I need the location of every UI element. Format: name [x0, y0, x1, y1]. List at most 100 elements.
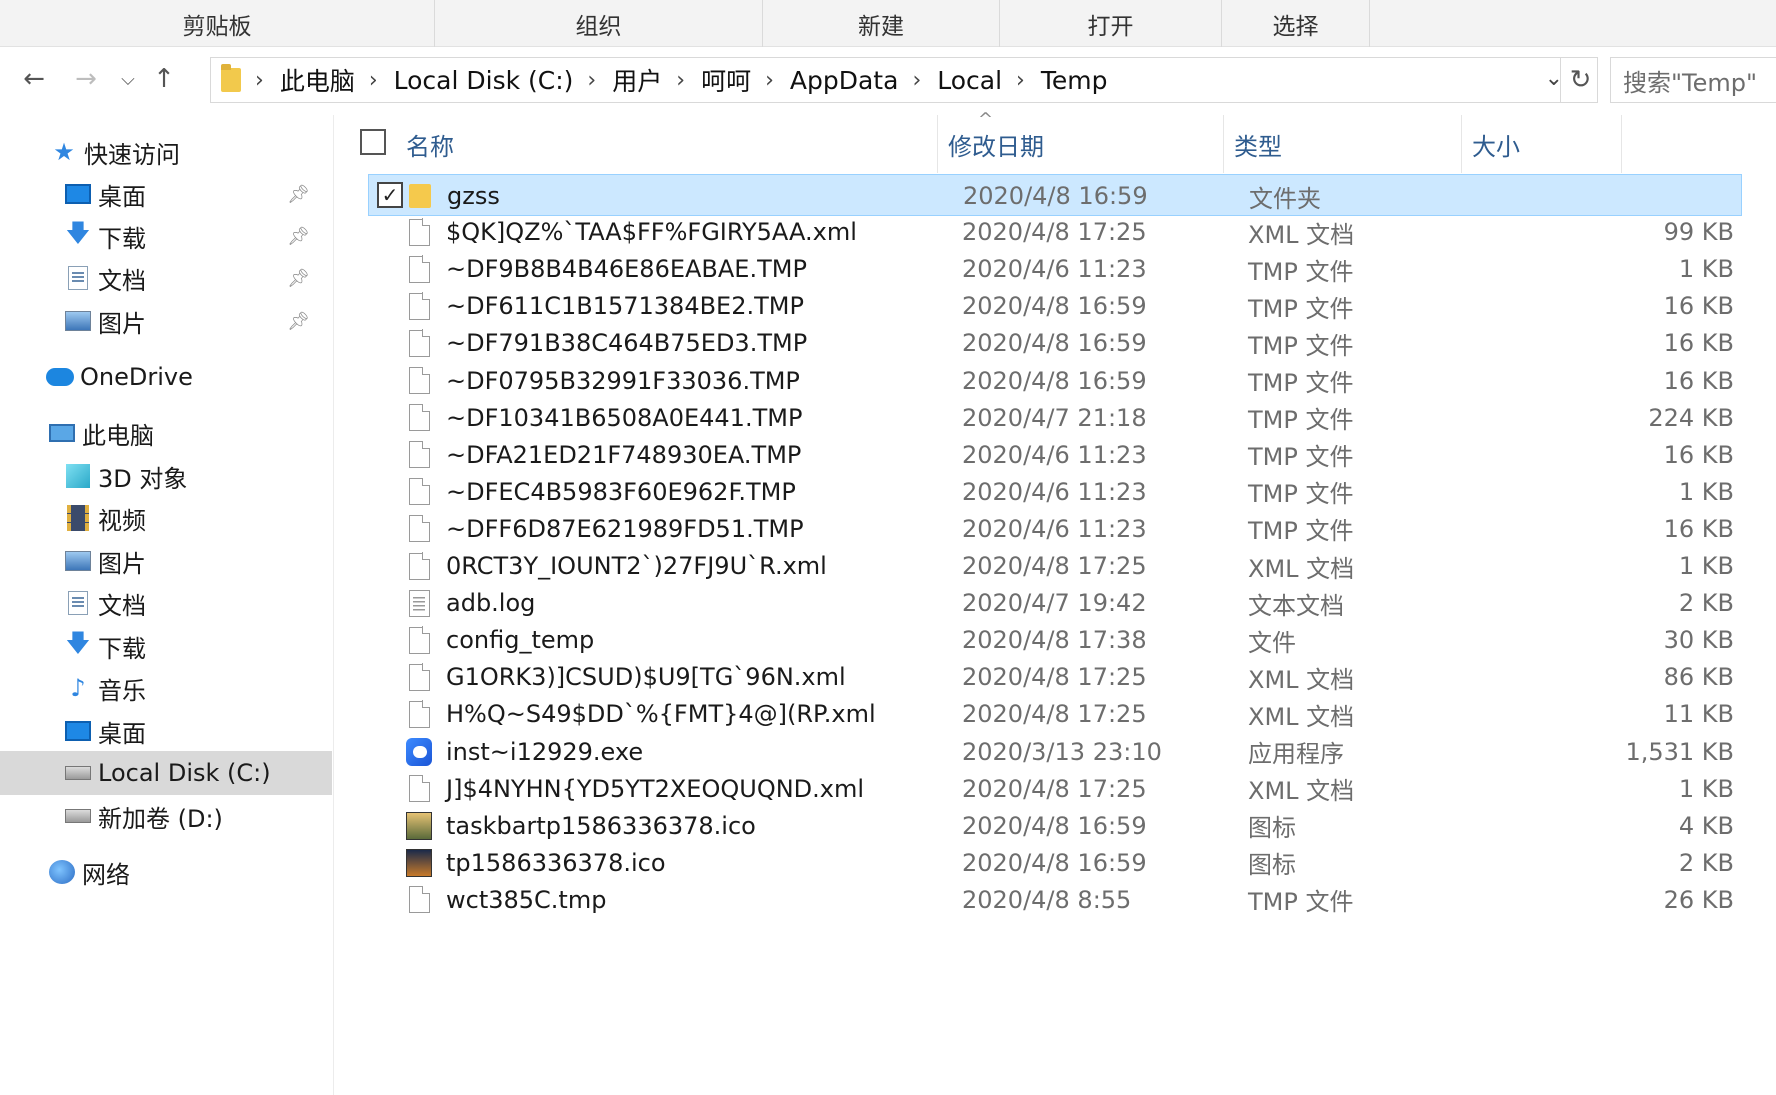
file-row[interactable]: tp1586336378.ico 2020/4/8 16:59 图标 2 KB — [368, 842, 1742, 884]
nav-quick-documents[interactable]: 文档 📌︎ — [0, 256, 332, 300]
column-label: 名称 — [406, 132, 454, 161]
file-row[interactable]: H%Q~S49$DD`%{FMT}4@](RP.xml 2020/4/8 17:2… — [368, 693, 1742, 735]
nav-label: 下载 — [98, 224, 146, 253]
file-row[interactable]: J]$4NYHN{YD5YT2XEOQUQND.xml 2020/4/8 17:2… — [368, 768, 1742, 810]
nav-volume-d[interactable]: 新加卷 (D:) — [0, 794, 332, 838]
file-size: 11 KB — [1663, 700, 1734, 729]
back-button[interactable]: ← — [16, 59, 52, 99]
nav-label: 桌面 — [98, 719, 146, 748]
nav-quick-desktop[interactable]: 桌面 📌︎ — [0, 172, 332, 216]
file-row[interactable]: ✓ gzss 2020/4/8 16:59 文件夹 — [368, 174, 1742, 216]
arrow-right-icon: → — [75, 64, 97, 94]
nav-label: Local Disk (C:) — [98, 759, 271, 787]
pin-icon[interactable]: 📌︎ — [287, 184, 310, 205]
ribbon-group-new[interactable]: 新建 — [763, 0, 1000, 47]
nav-onedrive[interactable]: OneDrive — [0, 355, 332, 399]
ribbon-group-open[interactable]: 打开 — [1000, 0, 1222, 47]
chevron-right-icon: › — [676, 67, 686, 93]
ribbon-group-select[interactable]: 选择 — [1222, 0, 1370, 47]
forward-button[interactable]: → — [68, 59, 104, 99]
star-icon: ★ — [53, 138, 75, 166]
breadcrumb-this-pc[interactable]: 此电脑 — [280, 62, 355, 98]
file-type: TMP 文件 — [1248, 294, 1354, 323]
file-type: TMP 文件 — [1248, 443, 1354, 472]
file-size: 1,531 KB — [1625, 737, 1734, 766]
nav-desktop[interactable]: 桌面 — [0, 709, 332, 753]
file-row[interactable]: taskbartp1586336378.ico 2020/4/8 16:59 图标 4… — [368, 805, 1742, 847]
file-name: ~DF0795B32991F33036.TMP — [446, 366, 800, 395]
file-size: 16 KB — [1663, 329, 1734, 358]
file-type: TMP 文件 — [1248, 480, 1354, 509]
column-date[interactable]: 修改日期 — [938, 115, 1224, 173]
file-row[interactable]: ~DFF6D87E621989FD51.TMP 2020/4/6 11:23 TMP… — [368, 508, 1742, 550]
nav-documents[interactable]: 文档 — [0, 581, 332, 625]
ribbon-group-organize[interactable]: 组织 — [435, 0, 763, 47]
nav-downloads[interactable]: 🡇 下载 — [0, 624, 332, 668]
nav-quick-downloads[interactable]: 🡇 下载 📌︎ — [0, 214, 332, 258]
file-name: config_temp — [446, 626, 595, 655]
file-size: 2 KB — [1678, 589, 1734, 618]
chevron-right-icon: › — [368, 67, 378, 93]
breadcrumb-users[interactable]: 用户 — [612, 62, 662, 98]
nav-3d-objects[interactable]: 3D 对象 — [0, 454, 332, 498]
nav-quick-pictures[interactable]: 图片 📌︎ — [0, 299, 332, 343]
nav-videos[interactable]: 视频 — [0, 496, 332, 540]
file-row[interactable]: G1ORK3)]CSUD)$U9[TG`96N.xml 2020/4/8 17:2… — [368, 656, 1742, 698]
pin-icon[interactable]: 📌︎ — [287, 226, 310, 247]
file-date: 2020/4/8 17:25 — [962, 700, 1147, 729]
breadcrumb-temp[interactable]: Temp — [1041, 66, 1108, 95]
file-type: 应用程序 — [1248, 740, 1344, 768]
file-row[interactable]: ~DF10341B6508A0E441.TMP 2020/4/7 21:18 TMP… — [368, 397, 1742, 439]
column-type[interactable]: 类型 — [1224, 115, 1462, 173]
file-row[interactable]: ~DF9B8B4B46E86EABAE.TMP 2020/4/6 11:23 TMP… — [368, 248, 1742, 290]
file-row[interactable]: ~DF611C1B1571384BE2.TMP 2020/4/8 16:59 TMP… — [368, 285, 1742, 327]
file-row[interactable]: ~DF0795B32991F33036.TMP 2020/4/8 16:59 TMP… — [368, 360, 1742, 402]
file-name: wct385C.tmp — [446, 885, 607, 914]
file-date: 2020/4/7 19:42 — [962, 589, 1147, 618]
nav-local-disk-c[interactable]: Local Disk (C:) — [0, 751, 332, 795]
pin-icon[interactable]: 📌︎ — [287, 268, 310, 289]
nav-quick-access[interactable]: ★ 快速访问 — [0, 130, 332, 174]
file-row[interactable]: ~DFEC4B5983F60E962F.TMP 2020/4/6 11:23 TMP… — [368, 471, 1742, 513]
file-icon — [406, 656, 432, 698]
search-input[interactable]: 搜索"Temp" — [1610, 57, 1776, 103]
ribbon-group-label: 组织 — [575, 13, 622, 40]
nav-this-pc[interactable]: 此电脑 — [0, 411, 332, 455]
file-name: J]$4NYHN{YD5YT2XEOQUQND.xml — [446, 774, 865, 803]
breadcrumb-appdata[interactable]: AppData — [790, 66, 899, 95]
pin-icon[interactable]: 📌︎ — [287, 311, 310, 332]
music-note-icon: ♪ — [70, 674, 86, 702]
row-checkbox[interactable]: ✓ — [377, 182, 403, 208]
column-size[interactable]: 大小 — [1462, 115, 1622, 173]
file-type: XML 文档 — [1248, 702, 1355, 731]
cube-icon — [64, 462, 92, 490]
select-all-checkbox[interactable] — [360, 129, 386, 155]
nav-label: 音乐 — [98, 676, 146, 705]
nav-network[interactable]: 网络 — [0, 850, 332, 894]
breadcrumb-user[interactable]: 呵呵 — [701, 62, 751, 98]
file-row[interactable]: adb.log 2020/4/7 19:42 文本文档 2 KB — [368, 582, 1742, 624]
file-row[interactable]: config_temp 2020/4/8 17:38 文件 30 KB — [368, 619, 1742, 661]
nav-music[interactable]: ♪ 音乐 — [0, 666, 332, 710]
file-row[interactable]: wct385C.tmp 2020/4/8 8:55 TMP 文件 26 KB — [368, 879, 1742, 921]
file-row[interactable]: ~DF791B38C464B75ED3.TMP 2020/4/8 16:59 TMP… — [368, 322, 1742, 364]
file-row[interactable]: inst~i12929.exe 2020/3/13 23:10 应用程序 1,531 … — [368, 731, 1742, 773]
breadcrumb-local-disk[interactable]: Local Disk (C:) — [394, 66, 574, 95]
nav-pictures[interactable]: 图片 — [0, 539, 332, 583]
recent-locations-button[interactable]: ⌵ — [110, 59, 146, 99]
file-icon — [406, 248, 432, 290]
address-bar[interactable]: › 此电脑 › Local Disk (C:) › 用户 › 呵呵 › AppD… — [210, 57, 1598, 103]
pictures-icon — [64, 547, 92, 575]
file-row[interactable]: 0RCT3Y_IOUNT2`)27FJ9U`R.xml 2020/4/8 17:2… — [368, 545, 1742, 587]
file-row[interactable]: $QK]QZ%`TAA$FF%FGIRY5AA.xml 2020/4/8 17:2… — [368, 211, 1742, 253]
refresh-button[interactable]: ↻ — [1560, 57, 1600, 103]
file-size: 26 KB — [1663, 885, 1734, 914]
column-name[interactable]: 名称 — [396, 115, 938, 173]
nav-label: OneDrive — [80, 363, 193, 391]
file-type: TMP 文件 — [1248, 369, 1354, 397]
breadcrumb-local[interactable]: Local — [937, 66, 1002, 95]
file-row[interactable]: ~DFA21ED21F748930EA.TMP 2020/4/6 11:23 TMP… — [368, 434, 1742, 476]
ribbon-group-clipboard[interactable]: 剪贴板 — [0, 0, 435, 47]
up-button[interactable]: ↑ — [146, 59, 182, 99]
file-type: 图标 — [1248, 851, 1296, 880]
